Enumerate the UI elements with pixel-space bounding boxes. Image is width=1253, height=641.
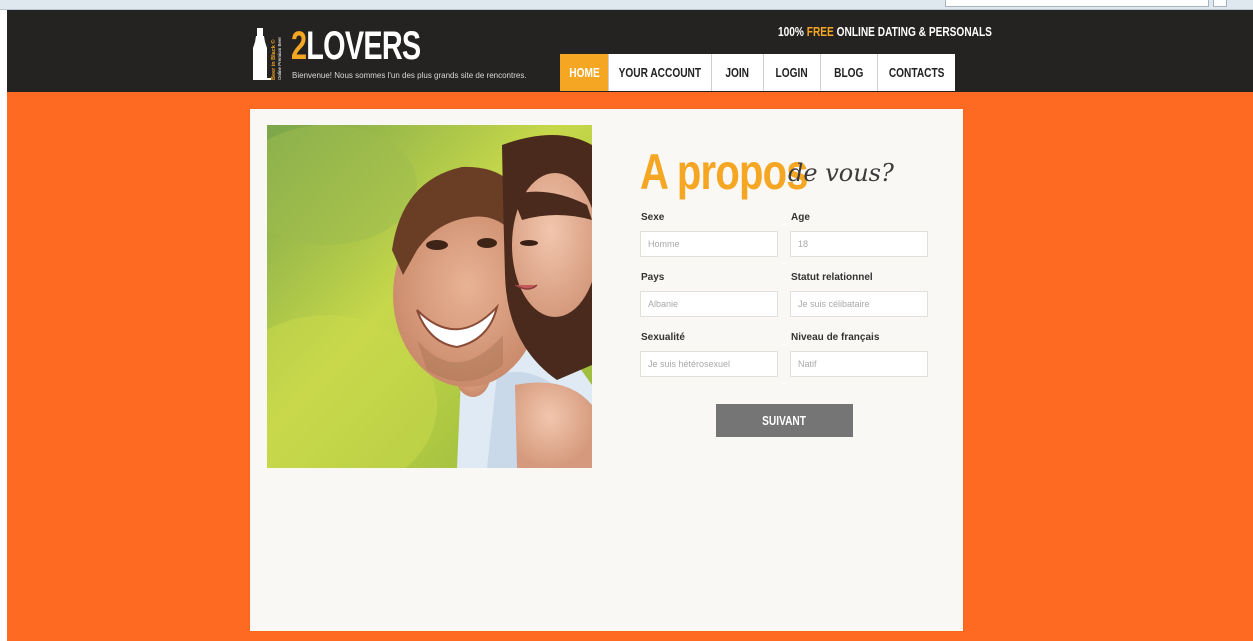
couple-photo xyxy=(267,125,592,468)
site-logo[interactable]: Beer in Black © Online Premium Beer 2LOV… xyxy=(252,24,552,82)
logo-wordmark: 2LOVERS xyxy=(291,24,421,68)
header-slogan: 100% FREE ONLINE DATING & PERSONALS xyxy=(778,24,992,39)
nav-home[interactable]: HOME xyxy=(560,54,609,91)
nav-join[interactable]: JOIN xyxy=(712,54,764,91)
label-sexe: Sexe xyxy=(641,212,665,223)
nav-blog-label: BLOG xyxy=(834,65,864,80)
logo-vertical-brand: Beer in Black © Online Premium Beer xyxy=(270,36,282,80)
logo-number: 2 xyxy=(291,24,307,68)
site-tagline: Bienvenue! Nous sommes l'un des plus gra… xyxy=(292,71,527,80)
nav-blog[interactable]: BLOG xyxy=(821,54,878,91)
sexe-field[interactable]: Homme xyxy=(640,231,778,257)
slogan-suffix: ONLINE DATING & PERSONALS xyxy=(833,24,992,39)
suivant-button[interactable]: SUIVANT xyxy=(716,404,853,437)
statut-relationnel-field[interactable]: Je suis célibataire xyxy=(790,291,928,317)
suivant-button-label: SUIVANT xyxy=(762,413,807,428)
logo-vertical-subtext: Online Premium Beer xyxy=(277,36,282,80)
label-age: Age xyxy=(791,212,810,223)
nav-your-account[interactable]: YOUR ACCOUNT xyxy=(609,54,712,91)
browser-search-button[interactable] xyxy=(1213,0,1227,7)
nav-login[interactable]: LOGIN xyxy=(764,54,821,91)
nav-login-label: LOGIN xyxy=(775,65,809,80)
nav-your-account-label: YOUR ACCOUNT xyxy=(618,65,702,80)
logo-vertical-text: Beer in Black © xyxy=(270,40,277,80)
nav-join-label: JOIN xyxy=(725,65,750,80)
main-nav: HOME YOUR ACCOUNT JOIN LOGIN BLOG CONTAC… xyxy=(560,54,955,91)
form-title-main: A propos xyxy=(640,144,808,200)
logo-word: LOVERS xyxy=(306,24,421,68)
label-niveau-francais: Niveau de français xyxy=(791,332,880,343)
form-title: A propos de vous? xyxy=(640,143,894,201)
niveau-francais-field[interactable]: Natif xyxy=(790,351,928,377)
browser-search-box[interactable] xyxy=(945,0,1209,7)
slogan-prefix: 100% xyxy=(778,24,807,39)
nav-contacts[interactable]: CONTACTS xyxy=(878,54,955,91)
browser-chrome-strip xyxy=(0,0,1253,10)
nav-home-label: HOME xyxy=(568,65,600,80)
nav-contacts-label: CONTACTS xyxy=(888,65,945,80)
left-page-edge xyxy=(0,10,7,641)
label-statut-relationnel: Statut relationnel xyxy=(791,272,873,283)
form-title-script: de vous? xyxy=(788,159,894,187)
label-pays: Pays xyxy=(641,272,665,283)
pays-field[interactable]: Albanie xyxy=(640,291,778,317)
sexualite-field[interactable]: Je suis hétérosexuel xyxy=(640,351,778,377)
slogan-free: FREE xyxy=(806,24,834,39)
label-sexualite: Sexualité xyxy=(641,332,685,343)
age-field[interactable]: 18 xyxy=(790,231,928,257)
